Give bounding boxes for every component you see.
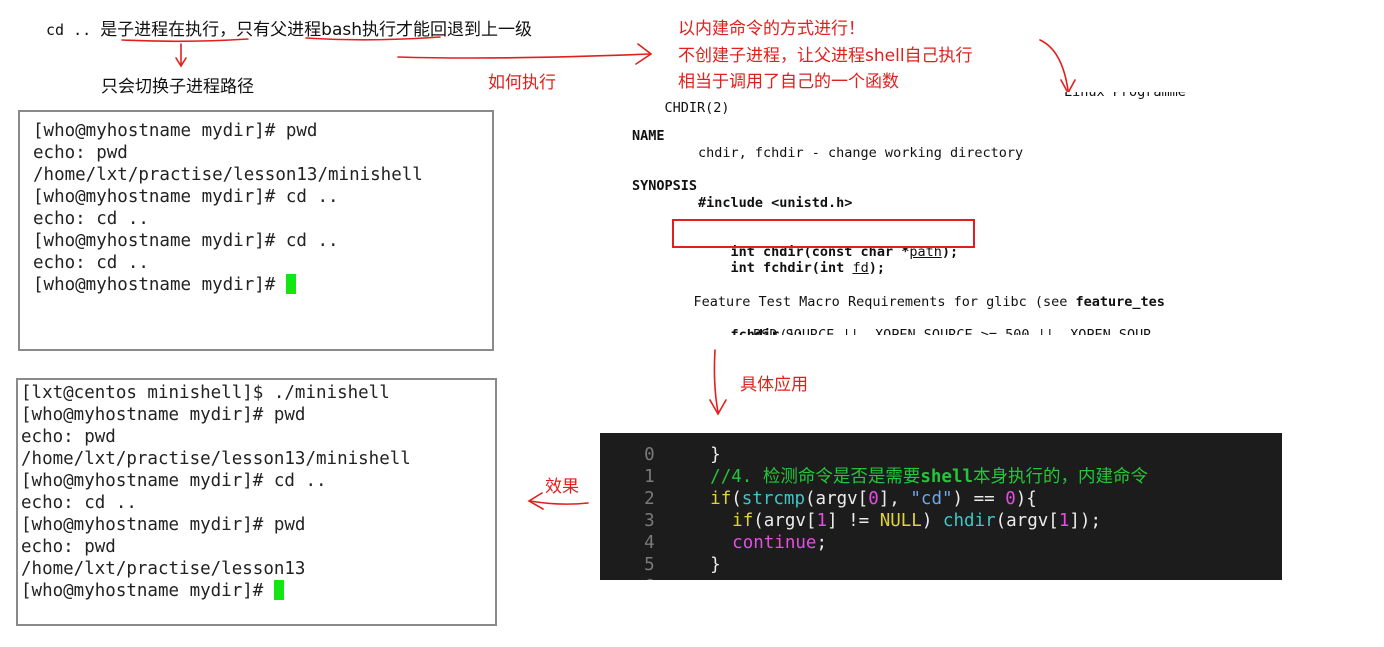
code-punct: ]); [1069,511,1101,531]
terminal-line: /home/lxt/practise/lesson13/minishell [21,449,411,469]
feature-bold: feature_tes [1075,294,1165,310]
terminal-line: echo: cd .. [21,493,137,513]
terminal-cursor [273,580,284,600]
code-keyword-continue: continue [732,533,817,553]
code-text: } [710,555,721,575]
code-line-2: 2 if(strcmp(argv[0], "cd") == 0){ [600,466,1037,509]
manpage-header-left: CHDIR(2) [664,100,730,116]
manpage-name-heading: NAME [632,128,665,144]
manpage-synopsis-heading: SYNOPSIS [632,178,698,194]
terminal-line: echo: pwd [33,143,128,163]
manpage-bsd-line: _BSD_SOURCE || _XOPEN_SOURCE >= 500 || _… [745,327,1152,335]
feature-pre: Feature Test Macro Requirements for glib… [693,294,1076,310]
terminal-line: [who@myhostname mydir]# pwd [21,405,306,425]
code-fn-chdir: chdir [942,511,996,531]
terminal-line: /home/lxt/practise/lesson13/minishell [33,165,423,185]
terminal-bottom: [lxt@centos minishell]$ ./minishell [who… [16,378,497,626]
terminal-prompt-line: [who@myhostname mydir]# [21,580,495,602]
terminal-top: [who@myhostname mydir]# pwd echo: pwd /h… [18,110,494,351]
code-null: NULL [879,511,922,531]
code-line-5: 5} [600,532,721,575]
terminal-prompt-line: [who@myhostname mydir]# [33,274,492,296]
fchdir-proto-arg: fd [852,260,869,276]
code-punct: ] != [827,511,880,531]
manpage-chdir: CHDIR(2) Linux Programme NAME chdir, fch… [628,92,1204,335]
code-line-1: 1//4. 检测命令是否是需要shell本身执行的，内建命令 [600,444,1148,487]
terminal-line: /home/lxt/practise/lesson13 [21,559,306,579]
manpage-header-right: Linux Programme [1064,92,1186,100]
code-punct: ; [816,533,827,553]
terminal-line: [who@myhostname mydir]# pwd [21,515,306,535]
code-punct: (argv[ [995,511,1059,531]
terminal-line: echo: pwd [21,427,116,447]
terminal-prompt: [who@myhostname mydir]# [21,581,274,601]
code-line-3: 3 if(argv[1] != NULL) chdir(argv[1]); [600,488,1101,531]
fchdir-proto-post: ); [868,260,885,276]
terminal-line: [lxt@centos minishell]$ ./minishell [21,383,390,403]
terminal-cursor [285,274,296,294]
code-line-0: 0} [600,433,721,465]
terminal-line: echo: cd .. [33,253,149,273]
terminal-line: [who@myhostname mydir]# cd .. [33,231,339,251]
manpage-header: CHDIR(2) [632,92,730,132]
code-punct: ) [921,511,943,531]
terminal-line: echo: cd .. [33,209,149,229]
terminal-line: [who@myhostname mydir]# cd .. [21,471,327,491]
code-number: 1 [1058,511,1070,531]
highlight-chdir-prototype [672,219,975,248]
terminal-line: [who@myhostname mydir]# cd .. [33,187,339,207]
manpage-name-text: chdir, fchdir - change working directory [698,145,1024,161]
line-number: 6 [642,576,680,580]
fchdir-proto-pre: int fchdir(int [730,260,853,276]
code-line-6: 6 [600,554,680,580]
code-line-4: 4 continue; [600,510,827,553]
terminal-line: echo: pwd [21,537,116,557]
manpage-include: #include <unistd.h> [698,195,853,211]
terminal-line: [who@myhostname mydir]# pwd [33,121,318,141]
terminal-prompt: [who@myhostname mydir]# [33,275,286,295]
code-editor: 0} 1//4. 检测命令是否是需要shell本身执行的，内建命令 2 if(st… [600,433,1282,580]
